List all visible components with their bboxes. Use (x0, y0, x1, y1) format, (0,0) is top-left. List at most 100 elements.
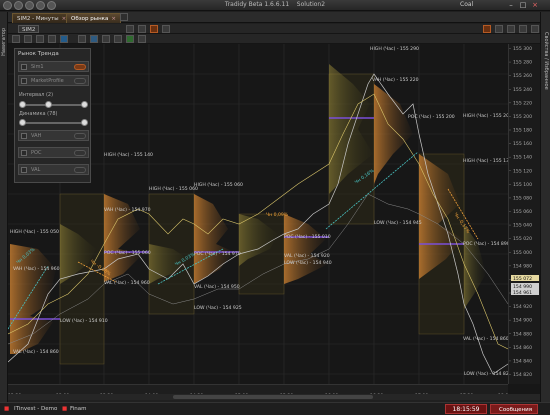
interval-slider[interactable] (19, 101, 88, 108)
tab-market-overview[interactable]: Обзор рынка × (66, 13, 121, 23)
eye-icon[interactable] (74, 150, 86, 156)
level-label: LOW (Час) - 154 940 (284, 260, 332, 266)
settings-gear-icon[interactable] (519, 25, 527, 33)
price-tick-label: 155 080 (513, 195, 532, 201)
price-tick-label: 155 280 (513, 60, 532, 66)
slider-knob[interactable] (81, 119, 88, 126)
price-tick-label: 155 100 (513, 182, 532, 188)
magnet-icon[interactable] (138, 35, 146, 43)
maximize-icon[interactable]: □ (518, 1, 528, 9)
new-tab-icon[interactable] (120, 13, 128, 21)
connection-icon: ■ (62, 406, 68, 412)
level-label: HIGH (Час) - 155 060 (194, 182, 243, 188)
price-tag: 155 072 (511, 275, 539, 282)
checkbox[interactable] (21, 64, 27, 70)
connection-label[interactable]: Finam (70, 406, 87, 412)
eye-icon[interactable] (74, 78, 86, 84)
level-label: HIGH (Час) - 155 130 (463, 158, 508, 164)
left-rail[interactable]: Навигатор (0, 12, 8, 402)
indicator-icon[interactable] (162, 25, 170, 33)
price-tag-label: 154 961 (513, 290, 532, 296)
tab-label: Обзор рынка (71, 16, 109, 22)
candles-icon[interactable] (138, 25, 146, 33)
fibo-icon[interactable] (114, 35, 122, 43)
level-label: HIGH (Час) - 155 060 (149, 186, 198, 192)
panel-row-vah[interactable]: VAH (18, 130, 89, 141)
slider-knob[interactable] (19, 101, 26, 108)
slider-knob[interactable] (19, 119, 26, 126)
horizontal-scrollbar[interactable] (8, 394, 540, 400)
line-icon[interactable] (24, 35, 32, 43)
level-label: POC (Час) - 155 010 (284, 234, 331, 240)
checkbox[interactable] (21, 78, 27, 84)
right-rail[interactable]: Свойства / Избранное (540, 12, 550, 402)
time-axis[interactable]: 12:3013:0013:3014:0014:3015:0015:3016:00… (8, 384, 511, 399)
level-label: LOW (Час) - 154 820 (464, 371, 508, 377)
more-icon[interactable] (531, 25, 539, 33)
panel-row-val[interactable]: VAL (18, 164, 89, 175)
row-label: POC (31, 150, 42, 156)
navigator-label[interactable]: Навигатор (1, 28, 7, 56)
slider-knob[interactable] (45, 101, 52, 108)
price-tick-label: 155 300 (513, 46, 532, 52)
price-tick-label: 154 860 (513, 345, 532, 351)
channel-icon[interactable] (102, 35, 110, 43)
level-label: VAL (Час) - 154 960 (104, 280, 150, 286)
price-tick-label: 155 060 (513, 209, 532, 215)
profile-icon[interactable] (150, 25, 158, 33)
properties-label[interactable]: Свойства / Избранное (543, 32, 549, 90)
price-tag-label: 155 072 (513, 276, 532, 282)
level-label: VAH (Час) - 154 960 (13, 266, 60, 272)
user-name[interactable]: Coal (460, 1, 473, 8)
eye-icon[interactable] (74, 133, 86, 139)
app-logo-icon: ■ (4, 406, 10, 412)
text-icon[interactable] (78, 35, 86, 43)
row-label: Sim1 (31, 64, 44, 70)
status-bar: ■ ITinvest - Demo ■ Finam 18:15:59 Сообщ… (0, 402, 550, 415)
minimize-icon[interactable]: – (506, 1, 516, 9)
slider-knob[interactable] (81, 101, 88, 108)
checkbox[interactable] (21, 133, 27, 139)
price-tick-label: 154 980 (513, 263, 532, 269)
dynamics-label: Динамика (78) (19, 111, 58, 117)
panel-row-poc[interactable]: POC (18, 147, 89, 158)
zoom-icon[interactable] (126, 35, 134, 43)
tab-label: SIM2 - Минуты (17, 16, 59, 22)
close-tab-icon[interactable]: × (111, 16, 116, 22)
price-tick-label: 155 040 (513, 223, 532, 229)
checkbox[interactable] (21, 150, 27, 156)
close-icon[interactable]: × (530, 1, 540, 9)
price-axis-svg: 155 300 155 280 155 260 155 240 155 220 155 2… (509, 46, 539, 378)
broker-label[interactable]: ITinvest - Demo (14, 406, 57, 412)
symbol-tab[interactable]: SIM2 (18, 25, 40, 33)
tab-sim2-minutes[interactable]: SIM2 - Минуты × (12, 13, 72, 23)
trend-market-panel[interactable]: Рынок Тренда Sim1 MarketProfile Интервал… (14, 48, 91, 183)
title-bar: Tradidy Beta 1.6.6.11 Solution2 Coal – □… (0, 0, 550, 11)
dynamics-slider[interactable] (19, 119, 88, 126)
eye-icon[interactable] (74, 64, 86, 70)
horizontal-line-icon[interactable] (48, 35, 56, 43)
scroll-thumb[interactable] (173, 395, 373, 399)
chart-toolbar: SIM2 (8, 24, 540, 34)
app-window: Tradidy Beta 1.6.6.11 Solution2 Coal – □… (0, 0, 550, 415)
arrow-icon[interactable] (60, 35, 68, 43)
panel-row-marketprofile[interactable]: MarketProfile (18, 75, 89, 86)
level-label: HIGH (Час) - 155 140 (104, 152, 153, 158)
level-label: VAL (Час) - 154 860 (13, 349, 59, 355)
price-axis[interactable]: 155 300 155 280 155 260 155 240 155 220 155 2… (508, 44, 540, 384)
price-tag: 154 990 (511, 283, 539, 290)
price-tick-label: 155 220 (513, 100, 532, 106)
checkbox[interactable] (21, 167, 27, 173)
cursor-icon[interactable] (12, 35, 20, 43)
edit-icon[interactable] (495, 25, 503, 33)
rectangle-icon[interactable] (90, 35, 98, 43)
messages-button[interactable]: Сообщения (490, 404, 538, 414)
panel-row-sim1[interactable]: Sim1 (18, 61, 89, 72)
layout-icon[interactable] (507, 25, 515, 33)
panel-title: Рынок Тренда (18, 51, 59, 57)
price-tick-label: 155 120 (513, 168, 532, 174)
bars-icon[interactable] (126, 25, 134, 33)
draw-icon[interactable] (483, 25, 491, 33)
eye-icon[interactable] (74, 167, 86, 173)
ray-icon[interactable] (36, 35, 44, 43)
